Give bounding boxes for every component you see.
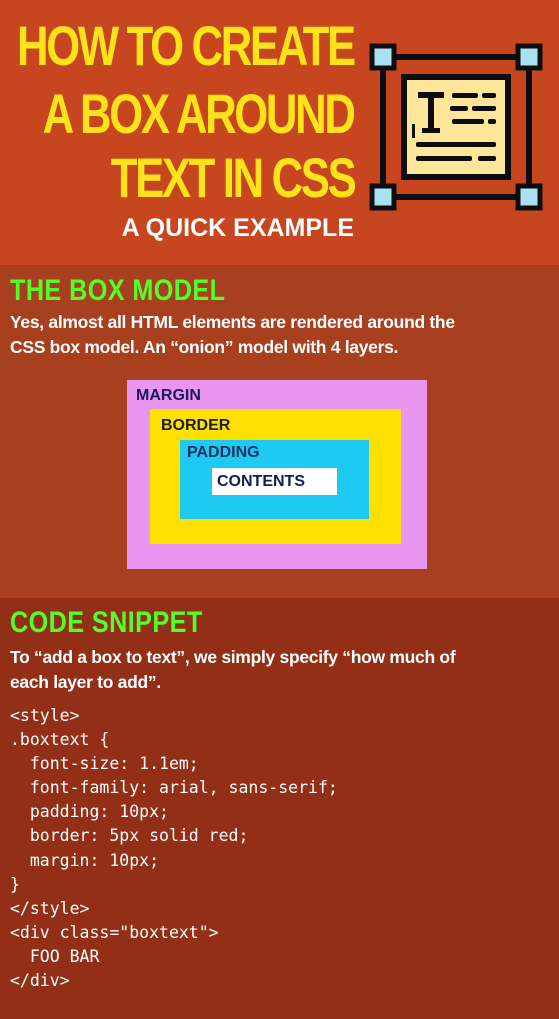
code-snippet-section: CODE SNIPPET To “add a box to text”, we …	[0, 598, 559, 1019]
box-model-heading: THE BOX MODEL	[10, 274, 226, 307]
code-block: <style> .boxtext { font-size: 1.1em; fon…	[10, 704, 338, 993]
code-snippet-description: To “add a box to text”, we simply specif…	[10, 645, 456, 695]
code-line: <style>	[10, 706, 80, 725]
title-line-3: TEXT IN CSS	[110, 146, 356, 209]
code-line: padding: 10px;	[10, 802, 169, 822]
code-line: FOO BAR	[10, 946, 100, 966]
title-line-2: A BOX AROUND	[43, 82, 356, 145]
box-model-description-line-2: CSS box model. An “onion” model with 4 l…	[10, 337, 399, 357]
code-line: font-size: 1.1em;	[10, 754, 199, 774]
padding-label: PADDING	[187, 444, 260, 461]
code-line: </div>	[10, 971, 70, 991]
code-snippet-description-line-2: each layer to add”.	[10, 672, 161, 692]
code-snippet-heading: CODE SNIPPET	[10, 606, 203, 639]
code-line: <div class="boxtext">	[10, 922, 219, 942]
code-line: margin: 10px;	[10, 850, 160, 870]
title-line-1: HOW TO CREATE	[17, 14, 356, 77]
header-banner: HOW TO CREATE A BOX AROUND TEXT IN CSS A…	[0, 0, 559, 265]
code-snippet-description-line-1: To “add a box to text”, we simply specif…	[10, 647, 456, 667]
subtitle: A QUICK EXAMPLE	[121, 214, 354, 242]
box-model-description-line-1: Yes, almost all HTML elements are render…	[10, 312, 455, 332]
contents-label: CONTENTS	[217, 473, 305, 490]
code-line: .boxtext {	[10, 730, 110, 750]
text-document-selection-icon	[369, 43, 543, 211]
margin-label: MARGIN	[136, 387, 201, 404]
code-line: border: 5px solid red;	[10, 826, 249, 846]
code-line: </style>	[10, 898, 90, 918]
code-line: font-family: arial, sans-serif;	[10, 778, 338, 798]
code-line: }	[10, 874, 20, 894]
border-label: BORDER	[161, 417, 231, 434]
box-model-section: THE BOX MODEL Yes, almost all HTML eleme…	[0, 265, 559, 598]
box-model-description: Yes, almost all HTML elements are render…	[10, 310, 455, 360]
